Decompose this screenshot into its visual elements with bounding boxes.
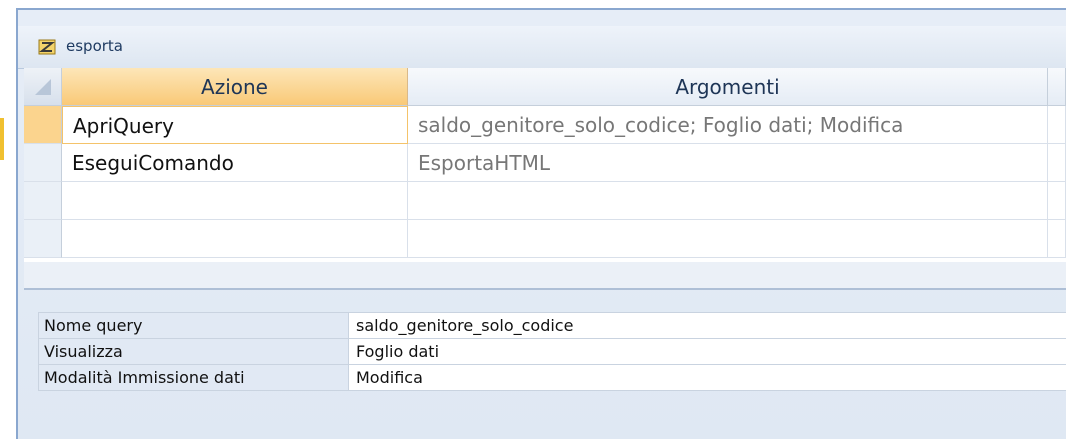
property-row[interactable]: Nome query saldo_genitore_solo_codice <box>38 312 1066 339</box>
row-selector[interactable] <box>24 182 62 220</box>
argomenti-cell[interactable]: saldo_genitore_solo_codice; Foglio dati;… <box>408 106 1048 144</box>
table-row[interactable]: EseguiComando EsportaHTML <box>24 144 1066 182</box>
left-edge-accent <box>0 118 4 160</box>
left-margin <box>0 0 16 439</box>
property-label: Modalità Immissione dati <box>38 365 349 390</box>
row-selector[interactable] <box>24 106 62 144</box>
argomenti-cell[interactable] <box>408 182 1048 220</box>
azione-cell[interactable] <box>62 220 408 258</box>
azione-cell[interactable] <box>62 182 408 220</box>
table-row[interactable] <box>24 220 1066 258</box>
azione-cell[interactable]: EseguiComando <box>62 144 408 182</box>
document-title: esporta <box>66 37 123 55</box>
column-header-azione[interactable]: Azione <box>62 68 408 106</box>
macro-icon <box>38 39 56 55</box>
property-value[interactable]: saldo_genitore_solo_codice <box>349 313 1066 338</box>
grid-footer <box>24 262 1066 290</box>
property-label: Visualizza <box>38 339 349 364</box>
select-all-corner[interactable] <box>24 68 62 106</box>
column-header-argomenti[interactable]: Argomenti <box>408 68 1048 106</box>
property-value[interactable]: Modifica <box>349 365 1066 390</box>
argomenti-cell[interactable] <box>408 220 1048 258</box>
property-value[interactable]: Foglio dati <box>349 339 1066 364</box>
azione-cell[interactable]: ApriQuery <box>62 106 408 144</box>
action-arguments-panel: Nome query saldo_genitore_solo_codice Vi… <box>38 312 1066 391</box>
document-tab[interactable]: esporta <box>18 26 1066 69</box>
extra-cell <box>1048 182 1066 220</box>
row-selector[interactable] <box>24 144 62 182</box>
property-row[interactable]: Modalità Immissione dati Modifica <box>38 365 1066 391</box>
select-all-icon <box>34 78 51 95</box>
property-row[interactable]: Visualizza Foglio dati <box>38 339 1066 365</box>
extra-cell <box>1048 144 1066 182</box>
extra-cell <box>1048 106 1066 144</box>
row-selector[interactable] <box>24 220 62 258</box>
column-header-extra <box>1048 68 1066 106</box>
argomenti-cell[interactable]: EsportaHTML <box>408 144 1048 182</box>
macro-grid: Azione Argomenti ApriQuery saldo_genitor… <box>24 68 1066 262</box>
property-label: Nome query <box>38 313 349 338</box>
extra-cell <box>1048 220 1066 258</box>
table-row[interactable] <box>24 182 1066 220</box>
azione-cell-text: ApriQuery <box>73 114 174 138</box>
table-row[interactable]: ApriQuery saldo_genitore_solo_codice; Fo… <box>24 106 1066 144</box>
